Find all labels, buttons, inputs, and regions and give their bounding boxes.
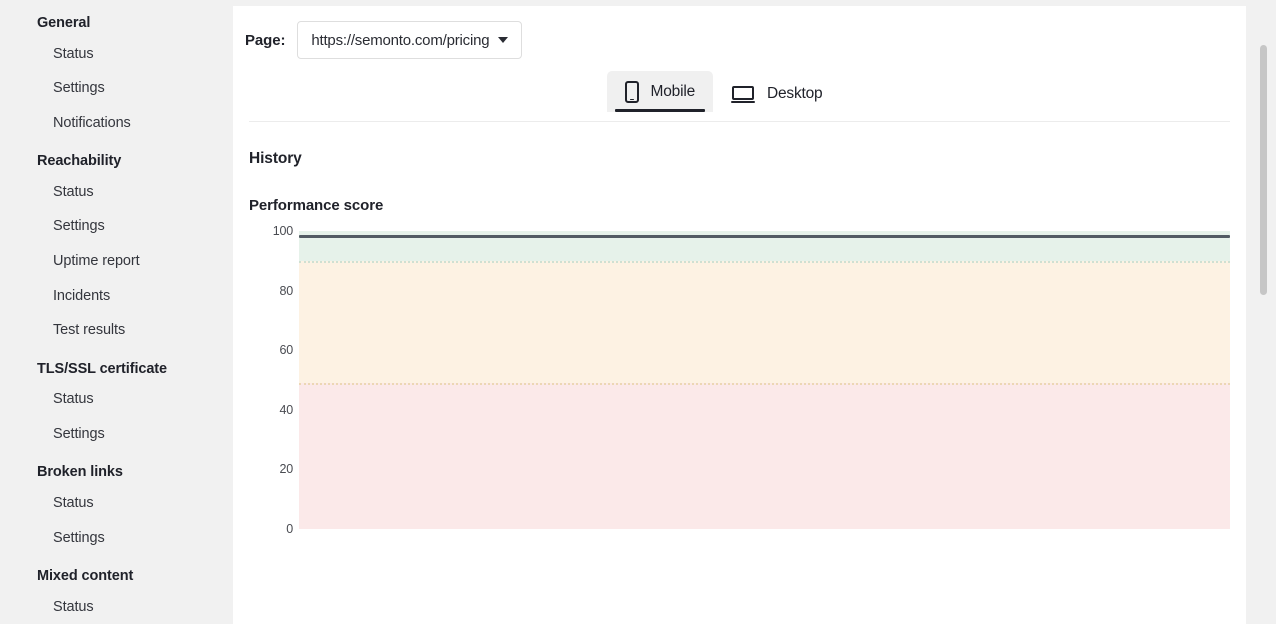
page-url-dropdown[interactable]: https://semonto.com/pricing [297, 21, 523, 59]
chart-y-tick: 20 [279, 462, 293, 477]
main-area: Page: https://semonto.com/pricing Mobile… [233, 0, 1276, 624]
sidebar-item-test-results[interactable]: Test results [0, 313, 233, 348]
performance-score-heading: Performance score [249, 197, 384, 214]
sidebar-item-notifications[interactable]: Notifications [0, 106, 233, 141]
performance-score-chart: 100 80 60 40 20 0 [249, 224, 1246, 561]
chart-y-tick: 40 [279, 402, 293, 417]
tab-mobile-label: Mobile [650, 83, 696, 100]
sidebar-item-status[interactable]: Status [0, 486, 233, 521]
chart-y-axis: 100 80 60 40 20 0 [249, 224, 293, 536]
sidebar-item-settings[interactable]: Settings [0, 71, 233, 106]
sidebar-group: TLS/SSL certificate Status Settings [0, 362, 233, 452]
sidebar-item-incidents[interactable]: Incidents [0, 279, 233, 314]
sidebar-group-title: General [37, 15, 91, 31]
chart-y-tick: 100 [272, 224, 293, 238]
chart-y-tick: 60 [279, 343, 293, 358]
chart-y-tick: 80 [279, 283, 293, 298]
chart-plot-area [299, 231, 1230, 529]
tab-desktop[interactable]: Desktop [713, 75, 840, 112]
sidebar-group-title: Mixed content [37, 568, 134, 585]
sidebar-item-status[interactable]: Status [0, 37, 233, 72]
sidebar-nav: General Status Settings Notifications Reacha… [0, 16, 233, 624]
chevron-down-icon [498, 37, 509, 43]
phone-icon [624, 81, 639, 103]
sidebar-item-uptime-report[interactable]: Uptime report [0, 244, 233, 279]
sidebar-item-status[interactable]: Status [0, 590, 233, 624]
chart-band-average [299, 260, 1230, 383]
sidebar-item-settings[interactable]: Settings [0, 417, 233, 452]
scrollbar-thumb[interactable] [1260, 45, 1267, 295]
device-tabs: Mobile Desktop [233, 71, 1246, 112]
chart-band-poor [299, 382, 1230, 529]
monitor-icon [731, 85, 755, 103]
content-panel: Page: https://semonto.com/pricing Mobile… [233, 6, 1246, 624]
page-scrollbar[interactable] [1246, 0, 1276, 624]
sidebar-group-title: Reachability [37, 153, 122, 170]
chart-series-line [299, 235, 1230, 239]
tab-mobile[interactable]: Mobile [606, 71, 713, 112]
page-url-value: https://semonto.com/pricing [311, 31, 490, 49]
sidebar-group: General Status Settings Notifications [0, 16, 233, 140]
page-label: Page: [245, 31, 286, 49]
sidebar-group-title: TLS/SSL certificate [37, 360, 167, 377]
chart-band-threshold-49 [299, 382, 1230, 385]
app-root: General Status Settings Notifications Reacha… [0, 0, 1276, 624]
sidebar-item-settings[interactable]: Settings [0, 521, 233, 556]
sidebar-item-status[interactable]: Status [0, 382, 233, 417]
chart-band-threshold-90 [299, 260, 1230, 263]
tab-desktop-label: Desktop [767, 85, 823, 102]
history-heading: History [249, 150, 302, 167]
sidebar-group: Mixed contentStatusSettings [0, 569, 233, 624]
sidebar-group: Reachability Status Settings Uptime report I… [0, 154, 233, 347]
page-selector-row: Page: https://semonto.com/pricing [233, 6, 1246, 60]
sidebar: General Status Settings Notifications Reacha… [0, 0, 233, 624]
sidebar-item-status[interactable]: Status [0, 175, 233, 210]
sidebar-item-settings[interactable]: Settings [0, 209, 233, 244]
chart-y-tick: 0 [286, 522, 293, 536]
sidebar-group: Broken links Status Settings [0, 465, 233, 555]
sidebar-group-title: Broken links [37, 464, 123, 481]
